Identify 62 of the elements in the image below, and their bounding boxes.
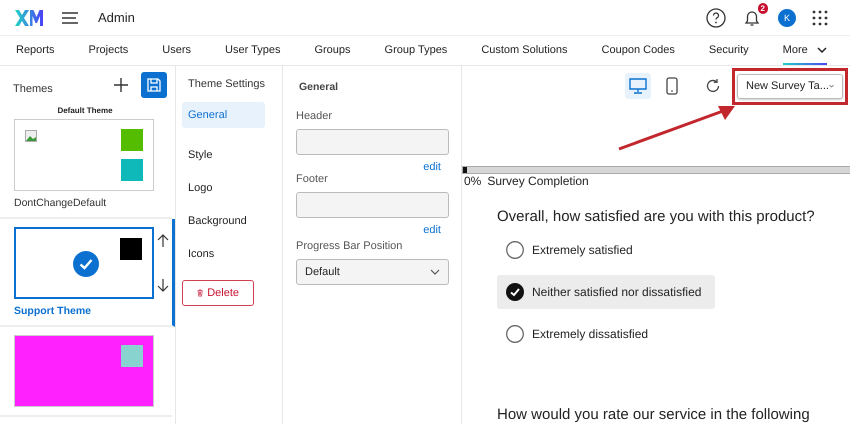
desktop-view-button[interactable] <box>625 73 651 99</box>
user-avatar[interactable]: K <box>778 8 796 26</box>
nav-tab[interactable]: User Types <box>225 36 280 64</box>
save-icon <box>146 77 162 93</box>
question-text: Overall, how satisfied are you with this product? <box>497 208 816 225</box>
radio-icon <box>506 325 524 343</box>
nav-tab[interactable]: Security <box>708 36 749 64</box>
panel-heading: General <box>299 81 340 93</box>
menu-icon[interactable] <box>62 12 78 24</box>
theme-heading: Default Theme <box>56 106 114 115</box>
field-label: Progress Bar Position <box>296 240 404 252</box>
theme-name: DontChangeDefault <box>14 197 108 209</box>
chevron-icon <box>430 269 440 275</box>
chevron-icon <box>828 83 834 89</box>
monitor-icon <box>629 78 647 94</box>
add-icon[interactable] <box>113 77 129 93</box>
field-label: Header <box>296 110 334 122</box>
answer-option[interactable]: Extremely satisfied <box>497 233 715 267</box>
section-heading: Theme Settings <box>187 78 266 92</box>
settings-tab[interactable]: Style <box>182 149 265 161</box>
template-dropdown[interactable]: New Survey Ta... <box>737 74 843 98</box>
delete-button[interactable]: Delete <box>182 280 254 306</box>
nav-tab[interactable]: Users <box>162 36 192 64</box>
input-field[interactable] <box>296 129 449 155</box>
apps-grid-icon[interactable] <box>812 10 828 26</box>
logo-icon <box>15 10 43 26</box>
answer-option[interactable]: Extremely dissatisfied <box>497 317 715 351</box>
edit-link[interactable]: edit <box>423 162 441 173</box>
nav-tab[interactable]: More <box>782 36 827 64</box>
nav-tab[interactable]: Coupon Codes <box>602 36 675 64</box>
question-text: How would you rate our service in the following <box>497 406 811 423</box>
settings-tab[interactable]: Icons <box>182 248 265 260</box>
save-button[interactable] <box>141 72 167 98</box>
nav-tab[interactable]: Groups <box>314 36 351 64</box>
settings-tab[interactable]: Logo <box>182 182 265 194</box>
radio-icon <box>506 241 524 259</box>
page-title: Admin <box>98 10 135 25</box>
theme-thumbnail[interactable] <box>14 227 154 299</box>
select-field[interactable]: Default <box>296 259 449 285</box>
answer-option[interactable]: Neither satisfied nor dissatisfied <box>497 275 715 309</box>
theme-name: Support Theme <box>14 305 92 317</box>
settings-tab[interactable]: Background <box>182 215 265 227</box>
phone-icon <box>666 77 678 95</box>
settings-tab[interactable]: General <box>182 102 265 128</box>
input-field[interactable] <box>296 192 449 218</box>
chevron-icon <box>816 46 827 52</box>
themes-heading: Themes <box>13 83 54 95</box>
edit-link[interactable]: edit <box>423 225 441 236</box>
nav-tab[interactable]: Reports <box>16 36 55 64</box>
notification-badge: 2 <box>758 2 768 14</box>
field-label: Footer <box>296 173 329 185</box>
progress-percent: 0% <box>464 174 482 188</box>
move-up-icon[interactable] <box>157 234 169 248</box>
help-icon[interactable] <box>706 8 726 28</box>
nav-tab[interactable]: Group Types <box>384 36 448 64</box>
nav-tab[interactable]: Projects <box>88 36 128 64</box>
checkmark-icon <box>73 251 99 277</box>
nav-tab[interactable]: Custom Solutions <box>481 36 568 64</box>
radio-checked-icon <box>506 283 524 301</box>
refresh-icon[interactable] <box>705 78 721 94</box>
progress-label: Survey Completion <box>487 174 589 188</box>
move-down-icon[interactable] <box>157 278 169 292</box>
